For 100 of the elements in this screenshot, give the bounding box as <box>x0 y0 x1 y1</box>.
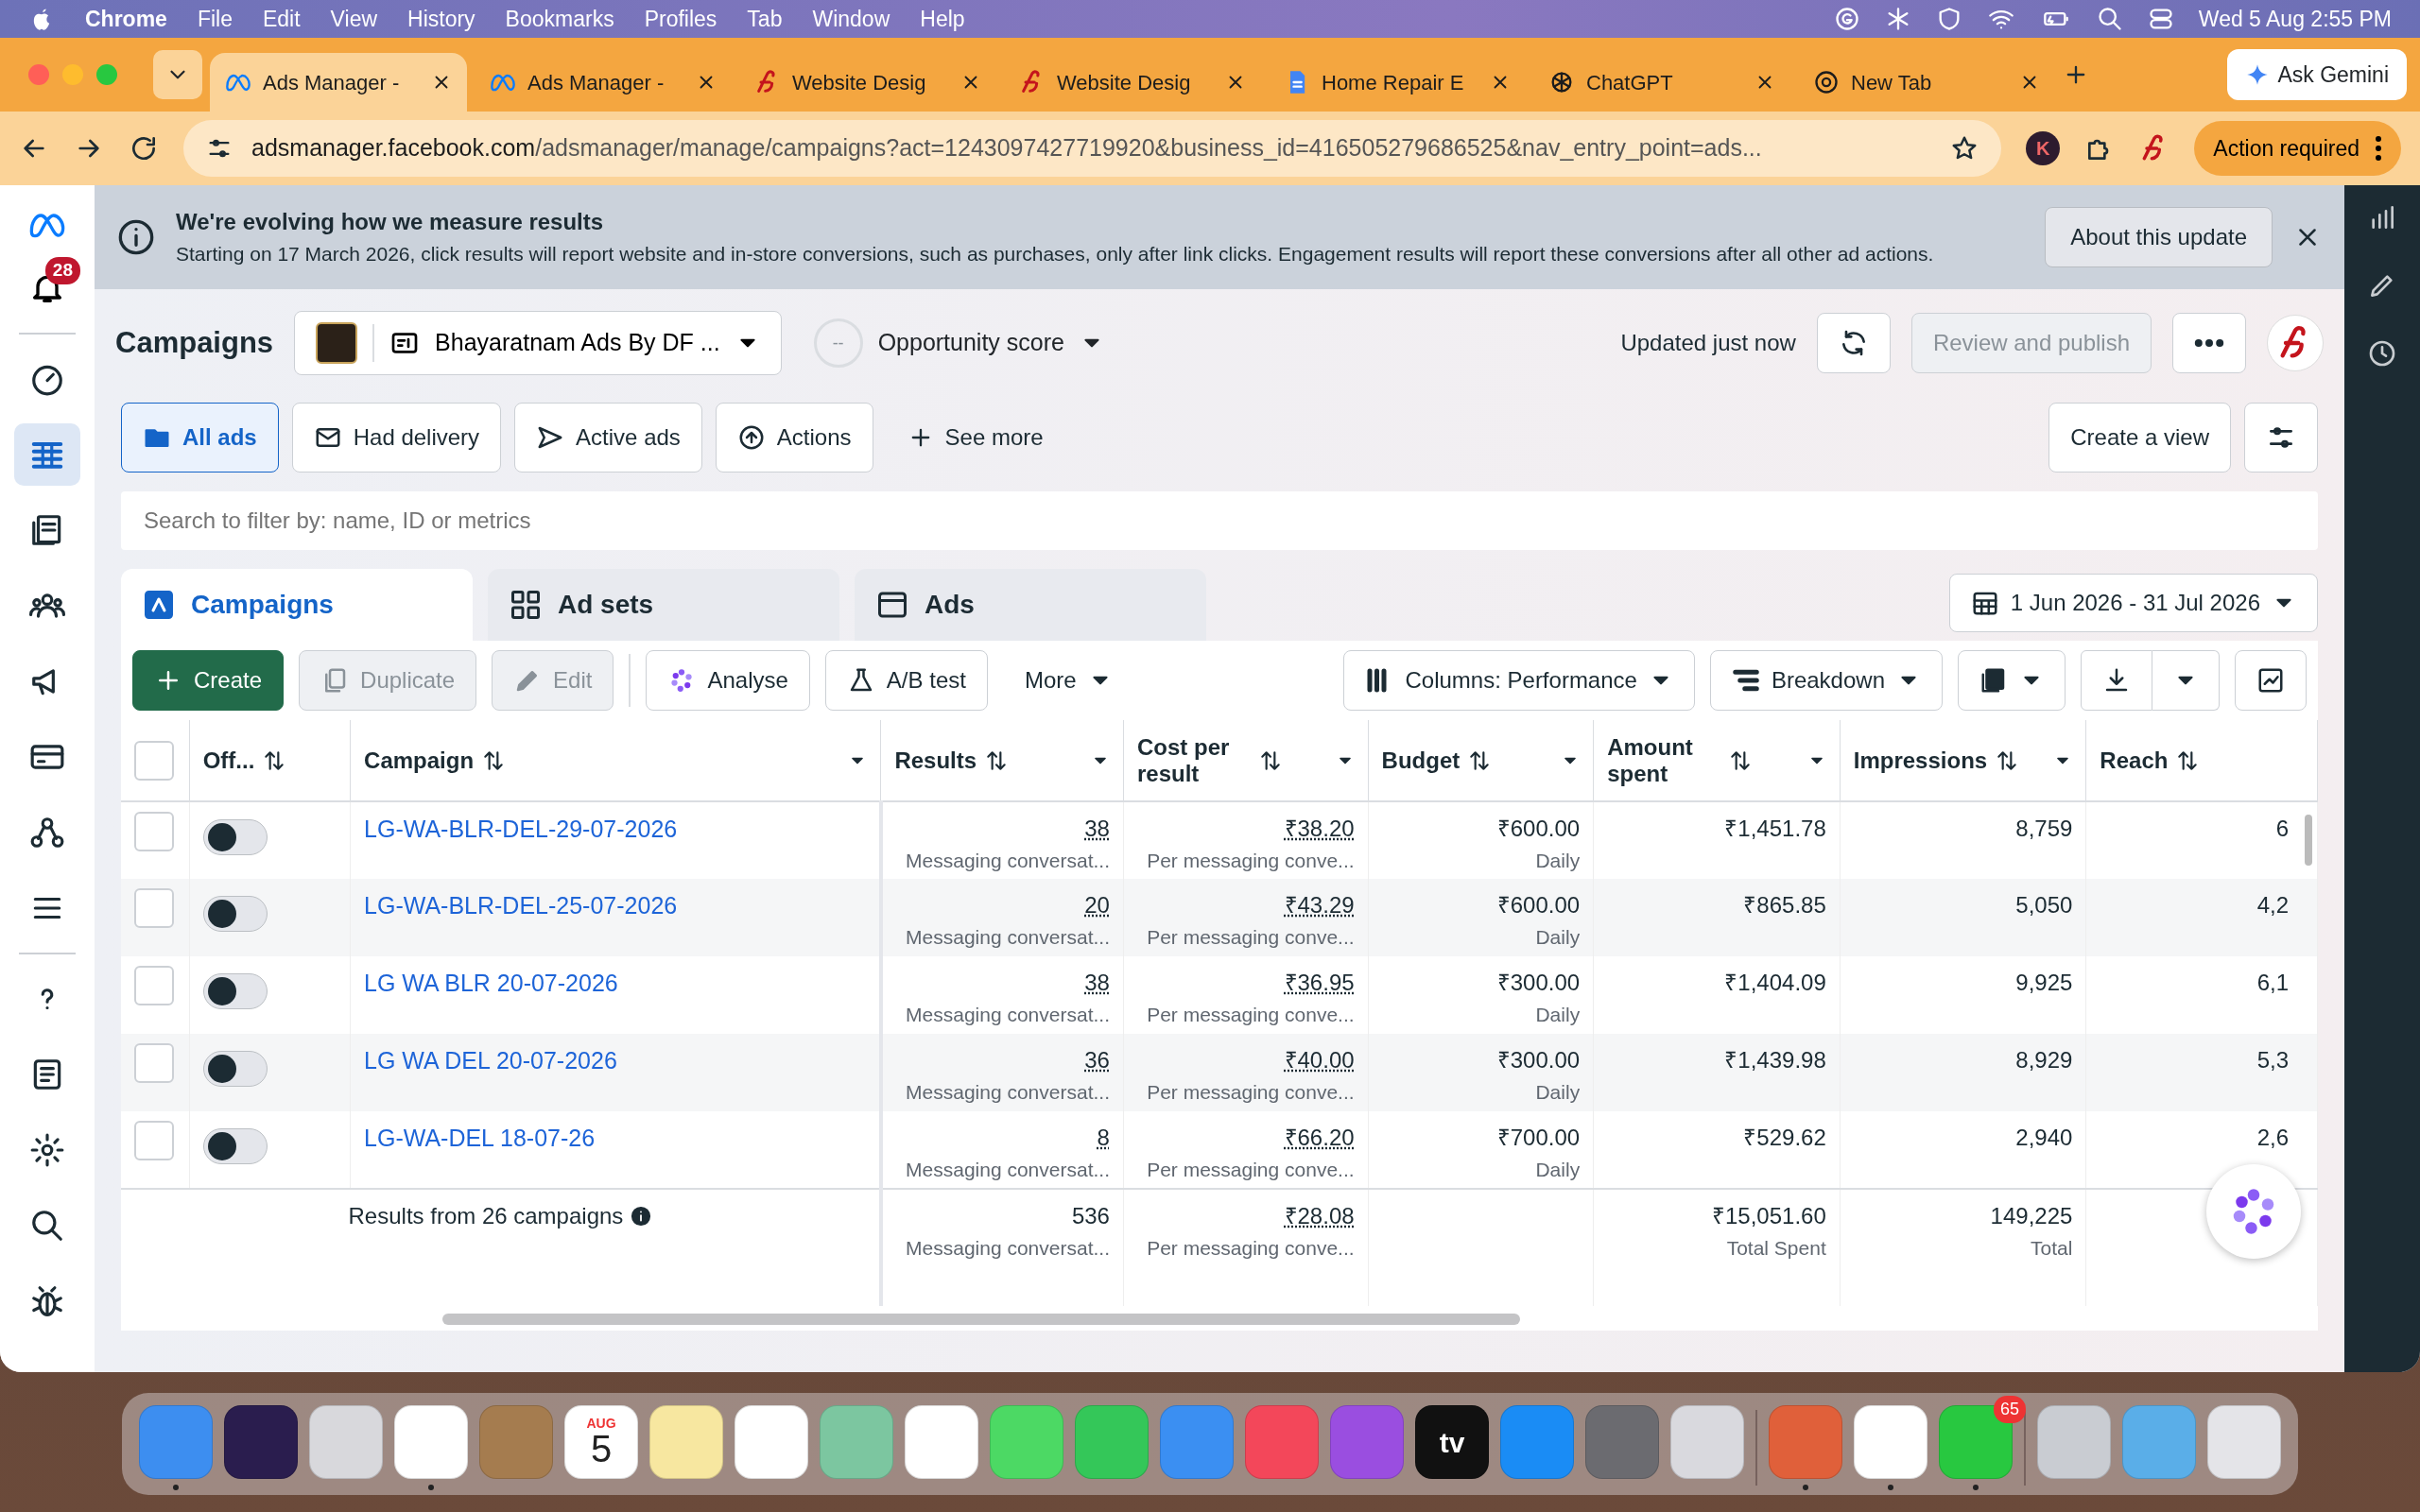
menu-item[interactable]: Profiles <box>644 2 717 36</box>
filter-button[interactable]: All ads <box>121 403 279 472</box>
menu-item[interactable]: Window <box>812 2 890 36</box>
browser-tab[interactable]: Home Repair E <box>1269 53 1526 112</box>
budget-type: Daily <box>1534 1080 1581 1105</box>
action-required-button[interactable]: Action required <box>2194 121 2401 176</box>
column-header[interactable]: Budget <box>1381 747 1461 774</box>
dock-app-icon[interactable] <box>649 1405 723 1479</box>
clock[interactable]: Wed 5 Aug 2:55 PM <box>2198 2 2392 36</box>
breakdown-button[interactable]: Breakdown <box>1709 650 1943 711</box>
column-header[interactable]: Cost per result <box>1136 733 1251 787</box>
columns-button[interactable]: Columns: Performance <box>1343 650 1695 711</box>
about-update-button[interactable]: About this update <box>2045 207 2273 267</box>
row-checkbox[interactable] <box>134 888 174 928</box>
campaign-link[interactable]: LG-WA-DEL 18-07-26 <box>364 1125 596 1151</box>
date-range-button[interactable]: 1 Jun 2026 - 31 Jul 2026 <box>1948 574 2318 632</box>
toolbar-button[interactable]: Analyse <box>646 650 810 711</box>
budget-type: Daily <box>1534 849 1581 873</box>
browser-tab[interactable]: Ads Manager - <box>475 53 732 112</box>
total-results-value: 536 <box>1070 1202 1110 1230</box>
toggle-switch[interactable] <box>202 1051 268 1087</box>
menu-item[interactable]: Bookmarks <box>505 2 614 36</box>
menu-item[interactable]: File <box>197 2 233 36</box>
notifications-button[interactable]: 28 <box>14 257 80 319</box>
create-view-button[interactable]: Create a view <box>2048 403 2231 472</box>
menu-item[interactable]: Tab <box>747 2 783 36</box>
dock-app-icon[interactable] <box>394 1405 468 1479</box>
dock-app-icon[interactable] <box>735 1405 808 1479</box>
level-tab[interactable]: Ad sets <box>488 569 839 641</box>
menu-item[interactable]: Help <box>920 2 965 36</box>
horizontal-scrollbar[interactable] <box>442 1314 1520 1325</box>
chart-button[interactable] <box>2235 650 2307 711</box>
browser-tab[interactable]: Website Desig <box>1004 53 1261 112</box>
dock-app-icon[interactable] <box>1854 1405 1927 1479</box>
column-header[interactable]: Off... <box>202 747 255 774</box>
column-header[interactable]: Impressions <box>1853 747 1988 774</box>
address-bar[interactable]: adsmanager.facebook.com/adsmanager/manage/campaigns?act=1243097427719920&business_id=416505279686525&nav_entry_point=ads... <box>183 120 2002 177</box>
info-icon[interactable] <box>631 1206 652 1227</box>
column-header[interactable]: Amount spent <box>1607 733 1721 787</box>
dock-app-icon[interactable]: tv <box>1415 1405 1489 1479</box>
column-header[interactable]: Reach <box>2100 747 2169 774</box>
reports-button[interactable] <box>1958 650 2066 711</box>
toolbar-button[interactable]: Create <box>132 650 285 711</box>
browser-tab[interactable]: Ads Manager - <box>210 53 467 112</box>
select-all-checkbox[interactable] <box>134 740 174 781</box>
gemini-button[interactable]: Ask Gemini <box>2227 49 2407 100</box>
budget-type: Daily <box>1534 1158 1581 1182</box>
row-checkbox[interactable] <box>134 1043 174 1083</box>
dock-app-icon[interactable] <box>905 1405 978 1479</box>
dock-app-icon[interactable] <box>224 1405 298 1479</box>
reach-value: 5,3 <box>2256 1046 2289 1074</box>
filter-settings-button[interactable] <box>2244 403 2318 472</box>
running-indicator <box>1803 1485 1808 1490</box>
campaign-link[interactable]: LG WA BLR 20-07-2026 <box>364 970 618 996</box>
toggle-switch[interactable] <box>202 973 268 1009</box>
more-options-button[interactable] <box>2172 313 2246 373</box>
assistant-button[interactable] <box>2206 1164 2301 1259</box>
cost-value: ₹40.00 <box>1283 1046 1355 1074</box>
export-button[interactable] <box>2081 650 2152 711</box>
browser-tab[interactable]: ChatGPT <box>1533 53 1790 112</box>
browser-tab[interactable]: Website Desig <box>739 53 996 112</box>
toolbar-button[interactable]: A/B test <box>824 650 988 711</box>
scroll-thumb[interactable] <box>2305 815 2312 866</box>
clock-icon[interactable] <box>2367 338 2397 369</box>
browser-tab[interactable]: New Tab <box>1798 53 2055 112</box>
filter-button[interactable]: Active ads <box>514 403 702 472</box>
row-checkbox[interactable] <box>134 966 174 1005</box>
see-more-button[interactable]: See more <box>886 403 1064 472</box>
account-selector[interactable]: Bhayaratnam Ads By DF ... <box>294 311 782 375</box>
search-field[interactable]: Search to filter by: name, ID or metrics <box>121 491 2318 550</box>
column-header[interactable]: Campaign <box>364 747 475 774</box>
menu-item[interactable]: Edit <box>262 2 301 36</box>
column-header[interactable]: Results <box>894 747 977 774</box>
campaign-link[interactable]: LG WA DEL 20-07-2026 <box>364 1047 617 1074</box>
toolbar-button[interactable]: More <box>1002 650 1134 711</box>
cost-type: Per messaging conve... <box>1146 849 1355 873</box>
filter-button[interactable]: Actions <box>715 403 873 472</box>
search-icon[interactable] <box>2096 6 2123 32</box>
row-checkbox[interactable] <box>134 1121 174 1160</box>
level-tab[interactable]: Ads <box>855 569 1206 641</box>
dock-app-icon[interactable] <box>2207 1405 2281 1479</box>
profile-avatar[interactable]: K <box>2026 131 2061 165</box>
level-tab[interactable]: Campaigns <box>121 569 473 641</box>
refresh-button[interactable] <box>1816 313 1891 373</box>
toggle-switch[interactable] <box>202 819 268 855</box>
app-menu[interactable]: Chrome <box>85 2 167 36</box>
toolbar-button: Duplicate <box>299 650 477 711</box>
menu-item[interactable]: History <box>407 2 475 36</box>
toggle-switch[interactable] <box>202 896 268 932</box>
more-vertical-icon <box>2375 135 2382 162</box>
menu-item[interactable]: View <box>330 2 378 36</box>
dock-app-icon[interactable]: AUG 5 <box>564 1405 638 1479</box>
campaign-link[interactable]: LG-WA-BLR-DEL-29-07-2026 <box>364 816 678 842</box>
row-checkbox[interactable] <box>134 812 174 851</box>
dock-badge: 65 <box>1993 1396 2026 1423</box>
budget-type: Daily <box>1534 925 1581 950</box>
chart-icon <box>2256 666 2285 695</box>
toggle-switch[interactable] <box>202 1128 268 1164</box>
filter-button[interactable]: Had delivery <box>291 403 502 472</box>
opportunity-score-button[interactable]: -- Opportunity score <box>802 313 1115 373</box>
